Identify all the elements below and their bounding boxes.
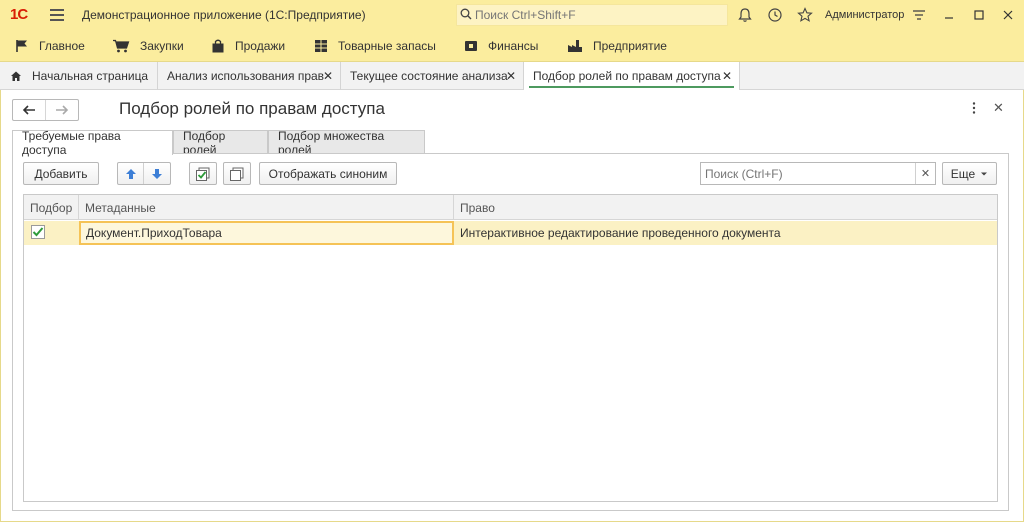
section-label: Товарные запасы <box>338 39 436 53</box>
forward-button[interactable] <box>46 100 79 120</box>
maximize-icon <box>974 10 984 20</box>
uncheck-all-icon <box>230 167 244 181</box>
global-search[interactable] <box>456 4 728 26</box>
section-label: Финансы <box>488 39 539 53</box>
column-header-right[interactable]: Право <box>454 195 997 220</box>
tab-label: Начальная страница <box>32 69 149 83</box>
section-panel: Главное Закупки Продажи Товарные запасы … <box>0 31 1024 61</box>
more-label: Еще <box>950 166 976 181</box>
arrow-left-icon <box>22 105 35 115</box>
move-down-button[interactable] <box>144 163 170 184</box>
more-actions-icon[interactable] <box>969 101 979 115</box>
money-icon <box>465 41 477 51</box>
search-icon <box>460 8 472 20</box>
show-synonym-button[interactable]: Отображать синоним <box>259 162 397 185</box>
history-icon[interactable] <box>767 7 783 23</box>
tab-rights-analysis[interactable]: Анализ использования прав ✕ <box>158 62 341 90</box>
grid-icon <box>315 40 327 52</box>
tab-role-pick[interactable]: Подбор ролей <box>173 129 268 157</box>
form-area: Подбор ролей по правам доступа ✕ Требуем… <box>0 90 1024 522</box>
tab-label: Подбор ролей по правам доступа <box>533 69 721 83</box>
tab-analysis-state[interactable]: Текущее состояние анализа ✕ <box>341 62 524 90</box>
check-all-icon <box>196 167 210 181</box>
minimize-button[interactable] <box>939 5 959 25</box>
star-icon[interactable] <box>797 7 813 23</box>
form-tab-label: Требуемые права доступа <box>22 129 121 157</box>
check-all-button[interactable] <box>189 162 217 185</box>
arrow-up-icon <box>125 168 136 179</box>
section-finance[interactable]: Финансы <box>464 31 538 61</box>
title-bar: 1С Демонстрационное приложение (1С:Предп… <box>0 0 1024 31</box>
tab-home[interactable]: Начальная страница <box>0 62 158 90</box>
history-nav <box>12 99 79 121</box>
close-tab-icon[interactable]: ✕ <box>323 69 333 83</box>
more-button[interactable]: Еще <box>942 162 997 185</box>
section-label: Закупки <box>140 39 184 53</box>
app-title: Демонстрационное приложение (1С:Предприя… <box>82 8 366 22</box>
column-header-metadata[interactable]: Метаданные <box>79 195 454 220</box>
required-rights-panel: Добавить Отображать синоним ✕ Еще По <box>12 153 1009 511</box>
right-cell[interactable]: Интерактивное редактирование проведенног… <box>454 221 997 245</box>
tab-role-selection[interactable]: Подбор ролей по правам доступа ✕ <box>524 62 740 90</box>
cart-icon <box>113 39 130 53</box>
tab-label: Текущее состояние анализа <box>350 69 508 83</box>
section-sales[interactable]: Продажи <box>211 31 285 61</box>
section-purchases[interactable]: Закупки <box>112 31 184 61</box>
bag-icon <box>212 39 224 53</box>
open-windows-bar: Начальная страница Анализ использования … <box>0 61 1024 90</box>
tab-required-rights[interactable]: Требуемые права доступа <box>12 129 173 157</box>
current-user[interactable]: Администратор <box>825 9 904 21</box>
table-row[interactable]: Документ.ПриходТовара Интерактивное реда… <box>24 221 997 245</box>
tab-label: Анализ использования прав <box>167 69 325 83</box>
back-button[interactable] <box>13 100 46 120</box>
select-checkbox[interactable] <box>31 225 45 239</box>
bell-icon[interactable] <box>737 7 753 23</box>
flag-icon <box>16 40 27 52</box>
move-buttons <box>117 162 171 185</box>
add-button[interactable]: Добавить <box>23 162 99 185</box>
table-search[interactable]: ✕ <box>700 162 936 185</box>
close-form-icon[interactable]: ✕ <box>993 100 1004 116</box>
close-icon <box>1003 10 1013 20</box>
table-search-input[interactable] <box>705 166 910 181</box>
tab-role-set-pick[interactable]: Подбор множества ролей <box>268 129 425 157</box>
close-tab-icon[interactable]: ✕ <box>722 69 732 83</box>
app-logo[interactable]: 1С <box>10 6 28 23</box>
minimize-icon <box>945 17 953 19</box>
section-enterprise[interactable]: Предприятие <box>567 31 667 61</box>
settings-menu-icon[interactable] <box>911 7 927 23</box>
chevron-down-icon <box>981 172 988 175</box>
section-label: Предприятие <box>593 39 667 53</box>
arrow-down-icon <box>152 168 162 179</box>
arrow-right-icon <box>55 105 68 115</box>
section-label: Продажи <box>235 39 286 53</box>
global-search-input[interactable] <box>475 7 723 23</box>
select-cell[interactable] <box>24 221 79 245</box>
clear-search-icon[interactable]: ✕ <box>915 163 935 184</box>
move-up-button[interactable] <box>118 163 144 184</box>
rights-table: Подбор Метаданные Право Документ.ПриходТ… <box>23 194 998 502</box>
uncheck-all-button[interactable] <box>223 162 251 185</box>
home-icon <box>11 71 21 81</box>
metadata-cell[interactable]: Документ.ПриходТовара <box>79 221 454 245</box>
factory-icon <box>568 40 582 52</box>
maximize-button[interactable] <box>969 5 989 25</box>
close-window-button[interactable] <box>998 5 1018 25</box>
form-title: Подбор ролей по правам доступа <box>119 99 385 118</box>
section-main[interactable]: Главное <box>15 31 85 61</box>
main-menu-icon[interactable] <box>50 9 64 21</box>
column-header-select[interactable]: Подбор <box>24 195 79 220</box>
checkmark-icon <box>32 227 44 237</box>
section-inventory[interactable]: Товарные запасы <box>314 31 436 61</box>
table-header: Подбор Метаданные Право <box>24 195 997 220</box>
section-label: Главное <box>39 39 85 53</box>
close-tab-icon[interactable]: ✕ <box>506 69 516 83</box>
